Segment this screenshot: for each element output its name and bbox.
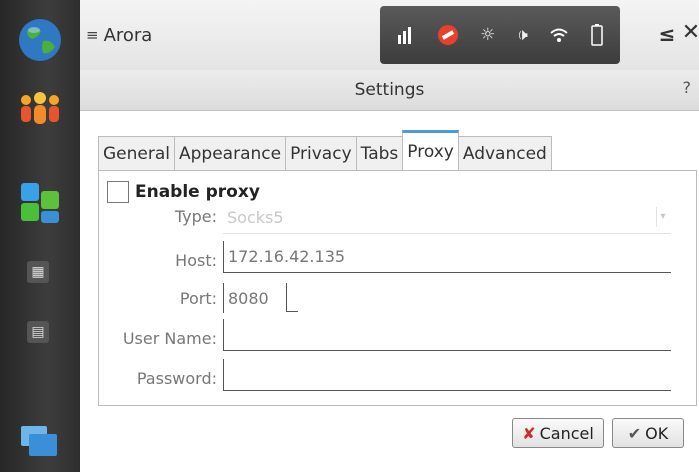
- port-spin-divider: [286, 283, 287, 311]
- volume-icon: 🕩: [517, 25, 528, 45]
- app-cubes-button[interactable]: [14, 176, 66, 228]
- tab-bar: General Appearance Privacy Tabs Proxy Ad…: [98, 130, 552, 170]
- port-spin-underline: [286, 311, 298, 312]
- contacts-button[interactable]: [14, 82, 66, 134]
- brightness-icon: ☼: [480, 25, 496, 45]
- battery-icon: [591, 24, 603, 46]
- type-select[interactable]: Socks5 ▾: [223, 203, 671, 234]
- tab-general[interactable]: General: [98, 136, 175, 170]
- cancel-label: Cancel: [539, 423, 594, 443]
- dialog-header: Settings ?: [80, 70, 699, 111]
- minimize-button[interactable]: ≤: [656, 22, 678, 48]
- close-icon: ✕: [681, 20, 699, 45]
- port-label: Port:: [179, 289, 217, 308]
- status-area[interactable]: ☼ 🕩: [380, 6, 620, 64]
- title-bar: ≡ Arora ☼ 🕩 ≤ ✕: [80, 0, 699, 71]
- contacts-icon: [21, 92, 59, 124]
- host-label: Host:: [175, 251, 217, 270]
- settings-dialog: Settings ? General Appearance Privacy Ta…: [80, 70, 699, 472]
- dialog-title: Settings: [354, 80, 425, 100]
- close-button[interactable]: ✕: [680, 20, 699, 48]
- help-button[interactable]: ?: [683, 78, 692, 97]
- host-input[interactable]: 172.16.42.135: [223, 241, 671, 273]
- presence-icon: [437, 24, 459, 46]
- menu-lines-icon: ≡: [86, 26, 99, 44]
- tab-privacy[interactable]: Privacy: [285, 136, 357, 170]
- port-input[interactable]: 8080: [223, 283, 299, 313]
- apps-grid-icon: ▦: [27, 261, 49, 283]
- host-value: 172.16.42.135: [228, 247, 346, 266]
- minimize-icon: ≤: [658, 22, 676, 46]
- task-switcher-button[interactable]: ▤: [18, 312, 58, 352]
- task-switcher-icon: ▤: [27, 321, 49, 343]
- ok-label: OK: [645, 423, 669, 443]
- port-value: 8080: [228, 289, 269, 308]
- tab-tabs[interactable]: Tabs: [355, 136, 404, 170]
- windows-icon: [21, 426, 57, 456]
- password-label: Password:: [136, 369, 217, 388]
- signal-icon: [397, 25, 415, 45]
- browser-globe-icon: [19, 19, 61, 61]
- type-value: Socks5: [227, 208, 284, 227]
- apps-grid-button[interactable]: ▦: [18, 252, 58, 292]
- wifi-icon: [549, 26, 569, 44]
- windows-button[interactable]: [14, 418, 64, 464]
- cancel-x-icon: ✘: [522, 423, 536, 443]
- ok-check-icon: ✔: [627, 423, 642, 443]
- proxy-panel: Enable proxy Type: Socks5 ▾ Host: 172.16…: [98, 170, 697, 406]
- tab-proxy[interactable]: Proxy: [402, 130, 459, 170]
- launcher-panel: ▦ ▤: [0, 0, 80, 472]
- dropdown-arrow-icon: ▾: [656, 207, 669, 227]
- enable-proxy-label: Enable proxy: [135, 182, 260, 202]
- app-title: Arora: [103, 24, 153, 46]
- user-name-label: User Name:: [122, 329, 217, 348]
- browser-globe-button[interactable]: [14, 14, 66, 66]
- ok-button[interactable]: ✔ OK: [612, 418, 684, 448]
- tab-appearance[interactable]: Appearance: [174, 136, 287, 170]
- enable-proxy-checkbox[interactable]: [107, 181, 129, 203]
- user-name-input[interactable]: [223, 319, 671, 351]
- app-menu-button[interactable]: ≡ Arora: [86, 22, 152, 48]
- password-input[interactable]: [223, 359, 671, 391]
- type-label: Type:: [174, 207, 217, 226]
- enable-proxy-row[interactable]: Enable proxy: [107, 181, 260, 203]
- app-cubes-icon: [21, 183, 59, 223]
- cancel-button[interactable]: ✘ Cancel: [512, 418, 604, 448]
- tab-advanced[interactable]: Advanced: [457, 136, 552, 170]
